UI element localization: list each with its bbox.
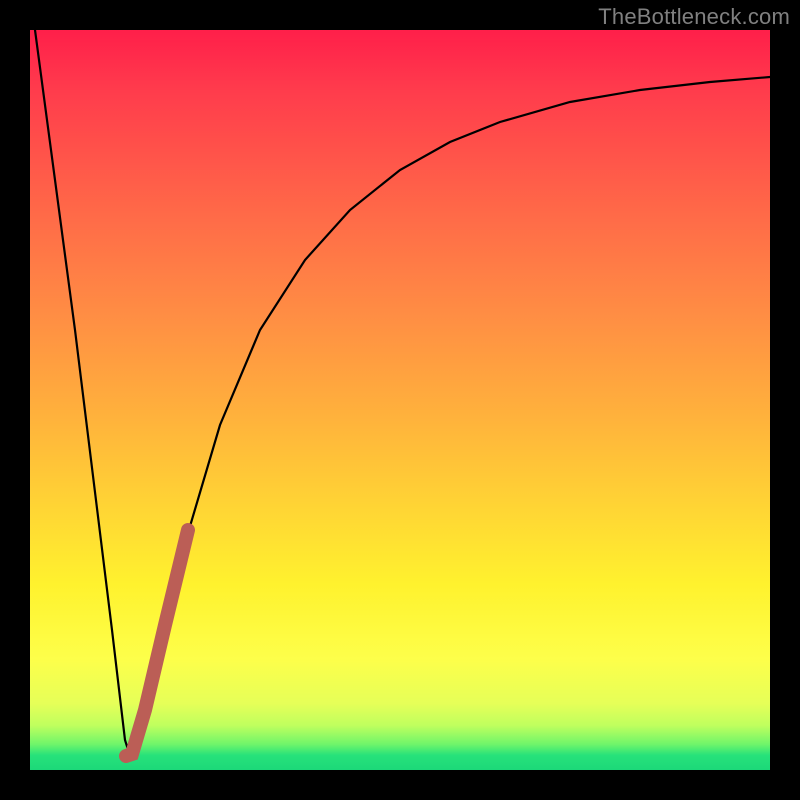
bottleneck-curve xyxy=(35,30,770,756)
plot-area xyxy=(30,30,770,770)
chart-svg xyxy=(30,30,770,770)
highlight-segment xyxy=(126,530,188,756)
chart-frame: TheBottleneck.com xyxy=(0,0,800,800)
watermark-text: TheBottleneck.com xyxy=(598,4,790,30)
